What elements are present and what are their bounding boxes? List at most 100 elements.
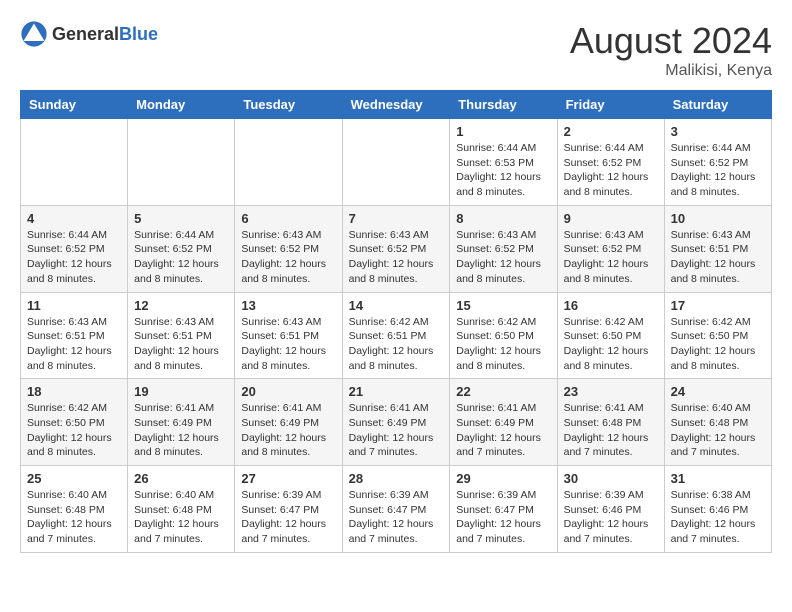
day-number: 20: [241, 384, 335, 399]
calendar-week-row: 4 Sunrise: 6:44 AMSunset: 6:52 PMDaylight…: [21, 205, 772, 292]
day-info: Sunrise: 6:39 AMSunset: 6:47 PMDaylight:…: [241, 488, 335, 547]
calendar-day-cell: 21 Sunrise: 6:41 AMSunset: 6:49 PMDayligh…: [342, 379, 450, 466]
calendar-day-cell: 6 Sunrise: 6:43 AMSunset: 6:52 PMDaylight…: [235, 205, 342, 292]
weekday-header-sunday: Sunday: [21, 91, 128, 119]
day-info: Sunrise: 6:43 AMSunset: 6:52 PMDaylight:…: [564, 228, 658, 287]
day-number: 3: [671, 124, 765, 139]
calendar-day-cell: 27 Sunrise: 6:39 AMSunset: 6:47 PMDayligh…: [235, 466, 342, 553]
calendar-day-cell: 1 Sunrise: 6:44 AMSunset: 6:53 PMDaylight…: [450, 119, 557, 206]
calendar-week-row: 1 Sunrise: 6:44 AMSunset: 6:53 PMDaylight…: [21, 119, 772, 206]
calendar-day-cell: 17 Sunrise: 6:42 AMSunset: 6:50 PMDayligh…: [664, 292, 771, 379]
calendar-day-cell: 12Sunrise: 6:43 AMSunset: 6:51 PMDayligh…: [128, 292, 235, 379]
calendar-day-cell: 15 Sunrise: 6:42 AMSunset: 6:50 PMDayligh…: [450, 292, 557, 379]
day-number: 22: [456, 384, 550, 399]
day-info: Sunrise: 6:43 AMSunset: 6:52 PMDaylight:…: [241, 228, 335, 287]
day-number: 26: [134, 471, 228, 486]
calendar-week-row: 25 Sunrise: 6:40 AMSunset: 6:48 PMDayligh…: [21, 466, 772, 553]
day-number: 19: [134, 384, 228, 399]
day-info: Sunrise: 6:40 AMSunset: 6:48 PMDaylight:…: [27, 488, 121, 547]
day-info: Sunrise: 6:42 AMSunset: 6:50 PMDaylight:…: [456, 315, 550, 374]
weekday-header-saturday: Saturday: [664, 91, 771, 119]
calendar-day-cell: 28 Sunrise: 6:39 AMSunset: 6:47 PMDayligh…: [342, 466, 450, 553]
title-block: August 2024 Malikisi, Kenya: [570, 20, 772, 80]
day-info: Sunrise: 6:42 AMSunset: 6:50 PMDaylight:…: [27, 401, 121, 460]
day-number: 5: [134, 211, 228, 226]
day-info: Sunrise: 6:44 AMSunset: 6:52 PMDaylight:…: [564, 141, 658, 200]
day-info: Sunrise: 6:42 AMSunset: 6:51 PMDaylight:…: [349, 315, 444, 374]
day-info: Sunrise: 6:44 AMSunset: 6:52 PMDaylight:…: [671, 141, 765, 200]
day-number: 23: [564, 384, 658, 399]
calendar-day-cell: 3 Sunrise: 6:44 AMSunset: 6:52 PMDaylight…: [664, 119, 771, 206]
day-number: 25: [27, 471, 121, 486]
calendar-day-cell: 5 Sunrise: 6:44 AMSunset: 6:52 PMDaylight…: [128, 205, 235, 292]
day-number: 7: [349, 211, 444, 226]
day-info: Sunrise: 6:41 AMSunset: 6:49 PMDaylight:…: [456, 401, 550, 460]
calendar-day-cell: 29 Sunrise: 6:39 AMSunset: 6:47 PMDayligh…: [450, 466, 557, 553]
day-info: Sunrise: 6:40 AMSunset: 6:48 PMDaylight:…: [134, 488, 228, 547]
day-info: Sunrise: 6:43 AMSunset: 6:51 PMDaylight:…: [671, 228, 765, 287]
day-info: Sunrise: 6:42 AMSunset: 6:50 PMDaylight:…: [671, 315, 765, 374]
calendar-day-cell: 25 Sunrise: 6:40 AMSunset: 6:48 PMDayligh…: [21, 466, 128, 553]
day-info: Sunrise: 6:40 AMSunset: 6:48 PMDaylight:…: [671, 401, 765, 460]
calendar-day-cell: 10 Sunrise: 6:43 AMSunset: 6:51 PMDayligh…: [664, 205, 771, 292]
location-subtitle: Malikisi, Kenya: [570, 62, 772, 80]
day-number: 10: [671, 211, 765, 226]
calendar-day-cell: 23 Sunrise: 6:41 AMSunset: 6:48 PMDayligh…: [557, 379, 664, 466]
day-number: 9: [564, 211, 658, 226]
day-number: 6: [241, 211, 335, 226]
day-info: Sunrise: 6:41 AMSunset: 6:49 PMDaylight:…: [134, 401, 228, 460]
day-number: 4: [27, 211, 121, 226]
day-number: 28: [349, 471, 444, 486]
day-info: Sunrise: 6:39 AMSunset: 6:47 PMDaylight:…: [456, 488, 550, 547]
weekday-header-tuesday: Tuesday: [235, 91, 342, 119]
page-header: GeneralBlue August 2024 Malikisi, Kenya: [20, 20, 772, 80]
day-info: Sunrise: 6:41 AMSunset: 6:49 PMDaylight:…: [241, 401, 335, 460]
day-number: 15: [456, 298, 550, 313]
day-info: Sunrise: 6:43 AMSunset: 6:51 PMDaylight:…: [134, 315, 228, 374]
calendar-day-cell: [342, 119, 450, 206]
calendar-day-cell: 22 Sunrise: 6:41 AMSunset: 6:49 PMDayligh…: [450, 379, 557, 466]
weekday-header-monday: Monday: [128, 91, 235, 119]
day-number: 17: [671, 298, 765, 313]
calendar-day-cell: 14Sunrise: 6:42 AMSunset: 6:51 PMDayligh…: [342, 292, 450, 379]
calendar-day-cell: 18Sunrise: 6:42 AMSunset: 6:50 PMDayligh…: [21, 379, 128, 466]
calendar-day-cell: 30Sunrise: 6:39 AMSunset: 6:46 PMDayligh…: [557, 466, 664, 553]
day-number: 24: [671, 384, 765, 399]
calendar-week-row: 11 Sunrise: 6:43 AMSunset: 6:51 PMDayligh…: [21, 292, 772, 379]
day-info: Sunrise: 6:42 AMSunset: 6:50 PMDaylight:…: [564, 315, 658, 374]
day-info: Sunrise: 6:43 AMSunset: 6:52 PMDaylight:…: [349, 228, 444, 287]
day-info: Sunrise: 6:44 AMSunset: 6:53 PMDaylight:…: [456, 141, 550, 200]
calendar-day-cell: 11 Sunrise: 6:43 AMSunset: 6:51 PMDayligh…: [21, 292, 128, 379]
day-info: Sunrise: 6:44 AMSunset: 6:52 PMDaylight:…: [134, 228, 228, 287]
day-info: Sunrise: 6:39 AMSunset: 6:46 PMDaylight:…: [564, 488, 658, 547]
day-number: 11: [27, 298, 121, 313]
calendar-week-row: 18Sunrise: 6:42 AMSunset: 6:50 PMDayligh…: [21, 379, 772, 466]
day-info: Sunrise: 6:43 AMSunset: 6:51 PMDaylight:…: [27, 315, 121, 374]
calendar-day-cell: 8Sunrise: 6:43 AMSunset: 6:52 PMDaylight…: [450, 205, 557, 292]
calendar-day-cell: 7 Sunrise: 6:43 AMSunset: 6:52 PMDaylight…: [342, 205, 450, 292]
day-number: 16: [564, 298, 658, 313]
logo: GeneralBlue: [20, 20, 158, 48]
calendar-day-cell: [128, 119, 235, 206]
day-number: 27: [241, 471, 335, 486]
calendar-day-cell: 19 Sunrise: 6:41 AMSunset: 6:49 PMDayligh…: [128, 379, 235, 466]
day-number: 1: [456, 124, 550, 139]
logo-general: General: [52, 24, 119, 44]
day-number: 2: [564, 124, 658, 139]
day-info: Sunrise: 6:41 AMSunset: 6:48 PMDaylight:…: [564, 401, 658, 460]
day-info: Sunrise: 6:41 AMSunset: 6:49 PMDaylight:…: [349, 401, 444, 460]
day-number: 29: [456, 471, 550, 486]
day-number: 21: [349, 384, 444, 399]
calendar-table: SundayMondayTuesdayWednesdayThursdayFrid…: [20, 90, 772, 553]
calendar-day-cell: [235, 119, 342, 206]
day-info: Sunrise: 6:39 AMSunset: 6:47 PMDaylight:…: [349, 488, 444, 547]
calendar-day-cell: 16 Sunrise: 6:42 AMSunset: 6:50 PMDayligh…: [557, 292, 664, 379]
day-number: 13: [241, 298, 335, 313]
calendar-day-cell: 20 Sunrise: 6:41 AMSunset: 6:49 PMDayligh…: [235, 379, 342, 466]
calendar-day-cell: 4Sunrise: 6:44 AMSunset: 6:52 PMDaylight…: [21, 205, 128, 292]
calendar-day-cell: 26 Sunrise: 6:40 AMSunset: 6:48 PMDayligh…: [128, 466, 235, 553]
weekday-header-row: SundayMondayTuesdayWednesdayThursdayFrid…: [21, 91, 772, 119]
weekday-header-thursday: Thursday: [450, 91, 557, 119]
day-number: 31: [671, 471, 765, 486]
logo-icon: [20, 20, 48, 48]
